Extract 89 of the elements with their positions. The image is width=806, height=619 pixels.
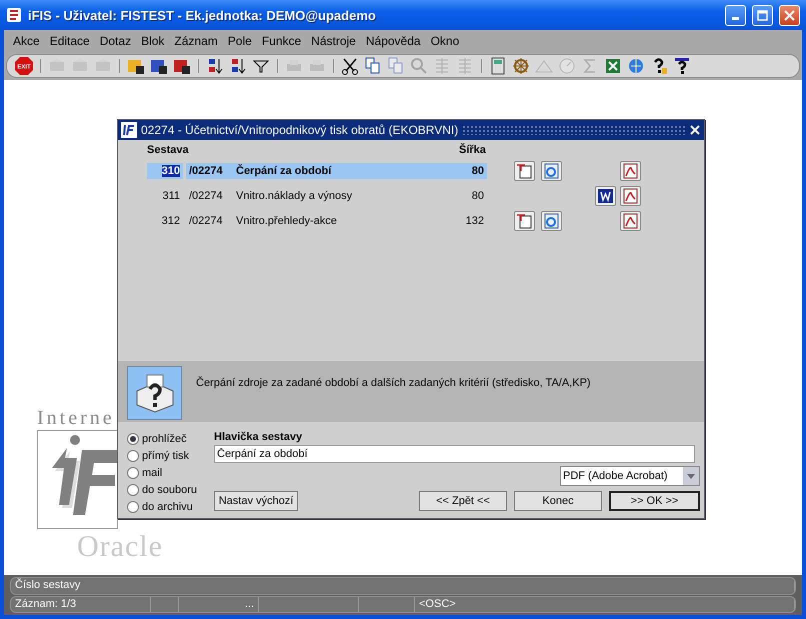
- table-cell[interactable]: 312: [147, 212, 183, 228]
- dialog-button[interactable]: << Zpět <<: [419, 491, 507, 511]
- export-button[interactable]: [595, 186, 616, 206]
- table-cell[interactable]: 311: [147, 188, 183, 204]
- menu-item[interactable]: Nápověda: [360, 34, 426, 48]
- status-indicator: ...: [179, 596, 259, 612]
- globe-icon: [627, 57, 645, 75]
- export-button[interactable]: [620, 210, 641, 230]
- app-icon: [6, 7, 22, 23]
- maximize-icon: [757, 10, 768, 20]
- sort-icon: [207, 57, 223, 75]
- calculator-icon: [490, 57, 506, 75]
- pdf-file-icon: [622, 188, 639, 204]
- output-radio[interactable]: přímý tisk: [127, 448, 214, 463]
- table-cell[interactable]: 310: [147, 162, 183, 178]
- export-button[interactable]: [541, 210, 562, 230]
- list-icon: [434, 57, 450, 75]
- column-header: Sestava: [147, 144, 190, 158]
- dropdown-arrow-icon: [687, 474, 695, 478]
- minimize-button[interactable]: [725, 4, 746, 26]
- pdf-file-icon: [622, 212, 639, 228]
- copy-icon: [388, 57, 404, 75]
- text-file-icon: [516, 212, 533, 228]
- dialog-button[interactable]: Nastav výchozí: [214, 491, 298, 511]
- list-icon: [457, 57, 473, 75]
- column-header: Šířka: [459, 144, 487, 158]
- field-label: Hlavička sestavy: [214, 431, 304, 444]
- status-message: Číslo sestavy: [11, 578, 795, 594]
- export-button[interactable]: [514, 210, 535, 230]
- logo-text: Interne: [37, 408, 115, 428]
- report-description: Čerpání zdroje za zadané období a dalších zadaných kritérií (středisko, TA/A,KP): [196, 377, 591, 389]
- menu-item[interactable]: Nástroje: [306, 34, 361, 48]
- menu-item[interactable]: Funkce: [256, 34, 306, 48]
- table-cell-text: Vnitro.náklady a výnosy: [235, 188, 354, 204]
- table-cell-text: Vnitro.přehledy-akce: [235, 214, 338, 228]
- table-cell-text: 80: [470, 188, 485, 204]
- clock-icon: [558, 57, 576, 75]
- wheel-icon: [512, 57, 530, 75]
- menu-item[interactable]: Editace: [44, 34, 95, 48]
- window-title: iFIS - Uživatel: FISTEST - Ek.jednotka: DEMO@upademo: [28, 8, 377, 22]
- scissors-icon: [341, 57, 359, 75]
- app-icon: [121, 122, 137, 138]
- table-cell: /02274: [186, 162, 233, 178]
- table-cell-text: /02274: [188, 188, 224, 204]
- dialog-title: 02274 - Účetnictví/Vnitropodnikový tisk obratů (EKOBRVNI): [141, 123, 458, 137]
- mode-indicator: <OSC>: [415, 596, 795, 612]
- table-cell-text: 132: [464, 214, 485, 228]
- sort-icon: [230, 57, 246, 75]
- output-radio[interactable]: do souboru: [127, 482, 214, 497]
- export-button[interactable]: [620, 186, 641, 206]
- close-icon: [784, 10, 795, 20]
- printer-icon: [308, 58, 326, 74]
- maximize-button[interactable]: [752, 4, 773, 26]
- sum-icon: [583, 58, 597, 74]
- printer-icon: [285, 58, 303, 74]
- table-cell: Čerpání za období: [233, 162, 458, 178]
- output-radio[interactable]: do archivu: [127, 499, 214, 514]
- export-button[interactable]: [514, 160, 535, 180]
- table-cell-text: /02274: [188, 214, 224, 228]
- output-radio[interactable]: mail: [127, 465, 214, 480]
- menu-item[interactable]: Akce: [8, 34, 45, 48]
- table-cell: 80: [458, 162, 487, 178]
- close-icon[interactable]: [689, 124, 701, 136]
- menu-item[interactable]: Záznam: [169, 34, 223, 48]
- menu-item[interactable]: Dotaz: [94, 34, 136, 48]
- text-file-icon: [516, 162, 533, 178]
- dialog-button[interactable]: Konec: [514, 491, 602, 511]
- menu-item[interactable]: Okno: [426, 34, 464, 48]
- web-page-icon: [543, 162, 560, 178]
- copy-icon: [365, 57, 381, 75]
- format-dropdown[interactable]: PDF (Adobe Acrobat): [560, 466, 700, 486]
- output-radio[interactable]: prohlížeč: [127, 431, 214, 446]
- menu-item[interactable]: Blok: [136, 34, 170, 48]
- document-icon: [597, 188, 614, 204]
- help-printer-icon: [127, 366, 182, 420]
- help-icon: [673, 57, 691, 75]
- web-page-icon: [543, 212, 560, 228]
- dialog-button[interactable]: >> OK >>: [609, 491, 700, 511]
- minimize-icon: [732, 16, 739, 20]
- search-icon: [410, 57, 428, 75]
- close-button[interactable]: [779, 4, 800, 26]
- pdf-file-icon: [622, 162, 639, 178]
- record-counter: Záznam: 1/3: [11, 596, 151, 612]
- export-button[interactable]: [620, 160, 641, 180]
- toolbar-button[interactable]: [339, 56, 361, 76]
- spreadsheet-icon: [605, 58, 621, 74]
- filter-icon: [253, 58, 269, 74]
- menu-item[interactable]: Pole: [222, 34, 257, 48]
- export-button[interactable]: [541, 160, 562, 180]
